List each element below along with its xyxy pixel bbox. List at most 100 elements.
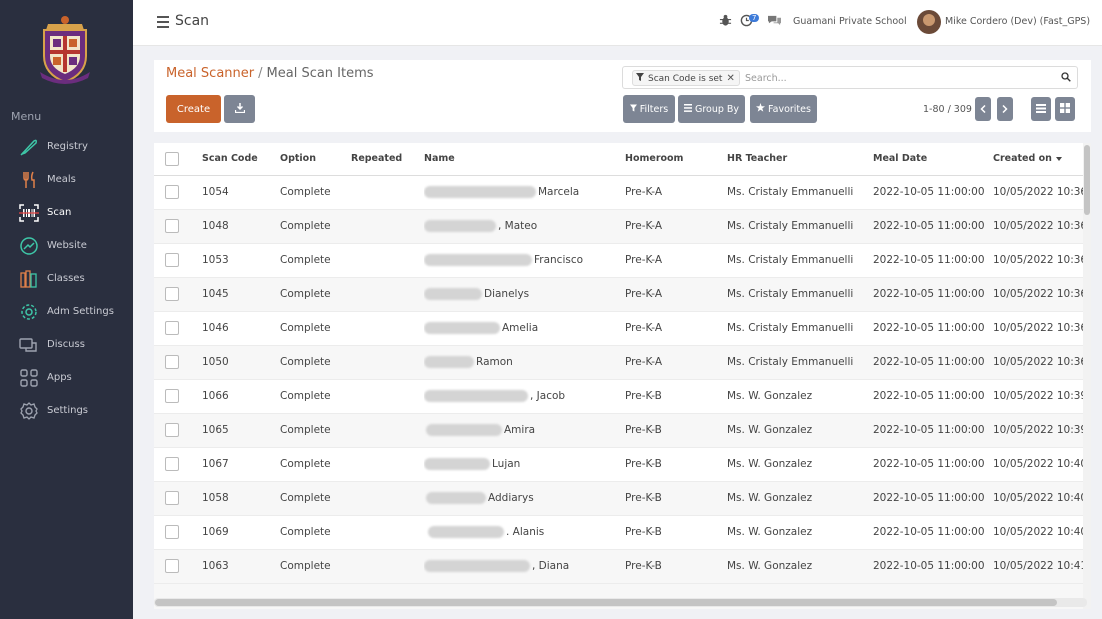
search-icon[interactable] — [1061, 72, 1071, 85]
user-menu[interactable]: Mike Cordero (Dev) (Fast_GPS) — [945, 16, 1090, 27]
vertical-scrollbar-thumb[interactable] — [1084, 145, 1090, 215]
row-checkbox[interactable] — [165, 355, 179, 369]
sidebar-item-registry[interactable]: Registry — [0, 130, 133, 163]
table-row[interactable]: 1054 Complete Marcela Pre-K-A Ms. Cristaly E… — [154, 175, 1091, 210]
created-on-cell: 10/05/2022 10:40 — [993, 515, 1091, 550]
column-header-name[interactable]: Name — [424, 143, 625, 176]
activity-clock-icon[interactable]: 7 — [740, 13, 760, 27]
homeroom-cell: Pre-K-A — [625, 345, 727, 380]
row-checkbox[interactable] — [165, 525, 179, 539]
select-all-checkbox[interactable] — [165, 151, 179, 166]
avatar[interactable] — [917, 10, 941, 34]
redacted-name-mask — [424, 220, 496, 232]
systray: 7 — [719, 13, 790, 27]
table-row[interactable]: 1063 Complete , Diana Pre-K-B Ms. W. Gonzale… — [154, 549, 1091, 584]
favorites-button[interactable]: Favorites — [750, 95, 817, 123]
pager-next-button[interactable] — [997, 97, 1013, 121]
table-row[interactable]: 1069 Complete . Alanis Pre-K-B Ms. W. Gonzal… — [154, 515, 1091, 550]
row-checkbox[interactable] — [165, 321, 179, 335]
sidebar-nav: Registry Meals Scan Website Classes Adm … — [0, 130, 133, 427]
row-select-cell — [154, 481, 202, 516]
homeroom-cell: Pre-K-A — [625, 175, 727, 210]
activity-count-badge: 7 — [749, 13, 760, 22]
sidebar-item-label: Website — [47, 240, 87, 251]
sidebar-item-apps[interactable]: Apps — [0, 361, 133, 394]
sidebar-item-meals[interactable]: Meals — [0, 163, 133, 196]
column-header-created-on[interactable]: Created on — [993, 143, 1091, 176]
student-name-text: , Diana — [532, 560, 570, 572]
row-checkbox[interactable] — [165, 423, 179, 437]
table-row[interactable]: 1050 Complete Ramon Pre-K-A Ms. Cristaly Emm… — [154, 345, 1091, 380]
group-by-button[interactable]: Group By — [678, 95, 745, 123]
table-row[interactable]: 1065 Complete Amira Pre-K-B Ms. W. Gonzalez 2… — [154, 413, 1091, 448]
sidebar-item-classes[interactable]: Classes — [0, 262, 133, 295]
list-view: Scan Code Option Repeated Name Homeroom … — [154, 143, 1091, 609]
facet-remove-icon[interactable]: ✕ — [726, 73, 734, 84]
homeroom-cell: Pre-K-B — [625, 447, 727, 482]
redacted-name-mask — [424, 254, 532, 266]
facet-label: Scan Code is set — [648, 73, 723, 84]
horizontal-scrollbar[interactable] — [154, 598, 1087, 607]
fork-knife-icon — [18, 169, 40, 191]
scan-code-cell: 1069 — [202, 515, 280, 550]
search-input[interactable] — [745, 70, 1045, 86]
row-checkbox[interactable] — [165, 219, 179, 233]
bug-icon[interactable] — [719, 14, 732, 27]
list-view-button[interactable] — [1031, 97, 1051, 121]
table-row[interactable]: 1058 Complete Addiarys Pre-K-B Ms. W. Gonzal… — [154, 481, 1091, 516]
globe-icon — [18, 235, 40, 257]
column-header-option[interactable]: Option — [280, 143, 351, 176]
row-checkbox[interactable] — [165, 559, 179, 573]
row-checkbox[interactable] — [165, 253, 179, 267]
books-icon — [18, 268, 40, 290]
pager-previous-button[interactable] — [975, 97, 991, 121]
vertical-scrollbar[interactable] — [1083, 143, 1091, 609]
row-checkbox[interactable] — [165, 491, 179, 505]
created-on-cell: 10/05/2022 10:39 — [993, 379, 1091, 414]
hamburger-menu-icon[interactable] — [157, 16, 169, 28]
filters-button[interactable]: Filters — [623, 95, 675, 123]
table-row[interactable]: 1066 Complete , Jacob Pre-K-B Ms. W. Gonzale… — [154, 379, 1091, 414]
filter-icon — [629, 104, 640, 115]
student-name-text: Lujan — [492, 458, 521, 470]
company-switcher[interactable]: Guamani Private School — [793, 16, 907, 27]
horizontal-scrollbar-thumb[interactable] — [155, 599, 1057, 606]
repeated-cell — [351, 549, 424, 584]
row-select-cell — [154, 447, 202, 482]
column-header-meal-date[interactable]: Meal Date — [873, 143, 993, 176]
row-checkbox[interactable] — [165, 389, 179, 403]
sidebar-item-adm-settings[interactable]: Adm Settings — [0, 295, 133, 328]
table-row[interactable]: 1048 Complete , Mateo Pre-K-A Ms. Cristaly E… — [154, 209, 1091, 244]
top-bar: Scan 7 Guamani Private School Mike Corde… — [133, 0, 1102, 46]
sidebar-item-scan[interactable]: Scan — [0, 196, 133, 229]
row-select-cell — [154, 243, 202, 278]
row-checkbox[interactable] — [165, 457, 179, 471]
pager-value[interactable]: 1-80 / 309 — [923, 104, 972, 115]
sidebar-item-website[interactable]: Website — [0, 229, 133, 262]
table-row[interactable]: 1053 Complete Francisco Pre-K-A Ms. Cristaly… — [154, 243, 1091, 278]
column-header-scan-code[interactable]: Scan Code — [202, 143, 280, 176]
column-header-homeroom[interactable]: Homeroom — [625, 143, 727, 176]
column-header-repeated[interactable]: Repeated — [351, 143, 424, 176]
create-button[interactable]: Create — [166, 95, 221, 123]
table-row[interactable]: 1067 Complete Lujan Pre-K-B Ms. W. Gonzalez 2… — [154, 447, 1091, 482]
export-button[interactable] — [224, 95, 255, 123]
breadcrumb-parent-link[interactable]: Meal Scanner — [166, 66, 254, 81]
kanban-view-button[interactable] — [1055, 97, 1075, 121]
sidebar-item-label: Classes — [47, 273, 85, 284]
school-crest-logo[interactable] — [34, 10, 96, 86]
created-on-label: Created on — [993, 153, 1052, 165]
messages-icon[interactable] — [767, 14, 782, 27]
row-checkbox[interactable] — [165, 185, 179, 199]
sidebar-item-settings[interactable]: Settings — [0, 394, 133, 427]
table-row[interactable]: 1045 Complete Dianelys Pre-K-A Ms. Cristaly … — [154, 277, 1091, 312]
option-cell: Complete — [280, 243, 351, 278]
redacted-name-mask — [424, 356, 474, 368]
kanban-view-icon — [1060, 102, 1070, 116]
created-on-cell: 10/05/2022 10:36 — [993, 277, 1091, 312]
column-header-hr-teacher[interactable]: HR Teacher — [727, 143, 873, 176]
sidebar-item-discuss[interactable]: Discuss — [0, 328, 133, 361]
row-checkbox[interactable] — [165, 287, 179, 301]
table-row[interactable]: 1046 Complete Amelia Pre-K-A Ms. Cristaly Em… — [154, 311, 1091, 346]
meal-date-cell: 2022-10-05 11:00:00 — [873, 515, 993, 550]
